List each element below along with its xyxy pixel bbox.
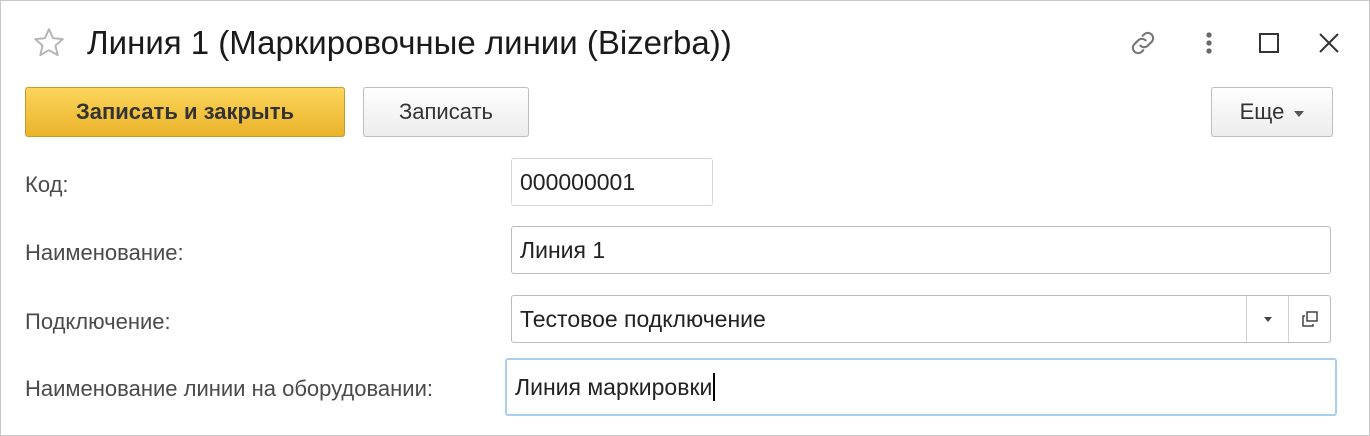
- chevron-down-icon: [1264, 316, 1272, 322]
- dialog-window: Линия 1 (Маркировочные линии (Bizerba)) …: [0, 0, 1370, 436]
- connection-select[interactable]: Тестовое подключение: [511, 295, 1331, 343]
- code-label: Код:: [25, 172, 69, 197]
- chevron-down-icon: [1294, 110, 1305, 117]
- window-title: Линия 1 (Маркировочные линии (Bizerba)): [87, 24, 732, 61]
- save-and-close-button[interactable]: Записать и закрыть: [25, 87, 345, 137]
- save-button[interactable]: Записать: [363, 87, 529, 137]
- code-field[interactable]: 000000001: [511, 158, 713, 206]
- maximize-icon[interactable]: [1249, 23, 1289, 63]
- equipment-line-label: Наименование линии на оборудовании:: [25, 376, 433, 401]
- code-value: 000000001: [520, 168, 636, 195]
- more-menu-label: Еще: [1239, 99, 1285, 124]
- name-value: Линия 1: [520, 236, 606, 263]
- star-icon[interactable]: [31, 25, 67, 61]
- name-label: Наименование:: [25, 240, 184, 265]
- close-icon[interactable]: [1309, 23, 1349, 63]
- command-bar: Записать и закрыть Записать Еще: [1, 87, 1369, 139]
- link-icon[interactable]: [1123, 23, 1163, 63]
- text-cursor: [713, 373, 716, 401]
- connection-value: Тестовое подключение: [520, 305, 766, 332]
- name-field[interactable]: Линия 1: [511, 226, 1331, 274]
- dropdown-button[interactable]: [1246, 296, 1289, 342]
- equipment-line-value: Линия маркировки: [515, 373, 713, 400]
- open-item-button[interactable]: [1288, 296, 1331, 342]
- equipment-line-input[interactable]: Линия маркировки: [505, 358, 1337, 416]
- open-window-icon: [1302, 311, 1318, 327]
- connection-label: Подключение:: [25, 309, 171, 334]
- title-bar: Линия 1 (Маркировочные линии (Bizerba)): [1, 1, 1369, 81]
- more-menu-button[interactable]: Еще: [1211, 87, 1333, 137]
- more-vertical-icon[interactable]: [1189, 23, 1229, 63]
